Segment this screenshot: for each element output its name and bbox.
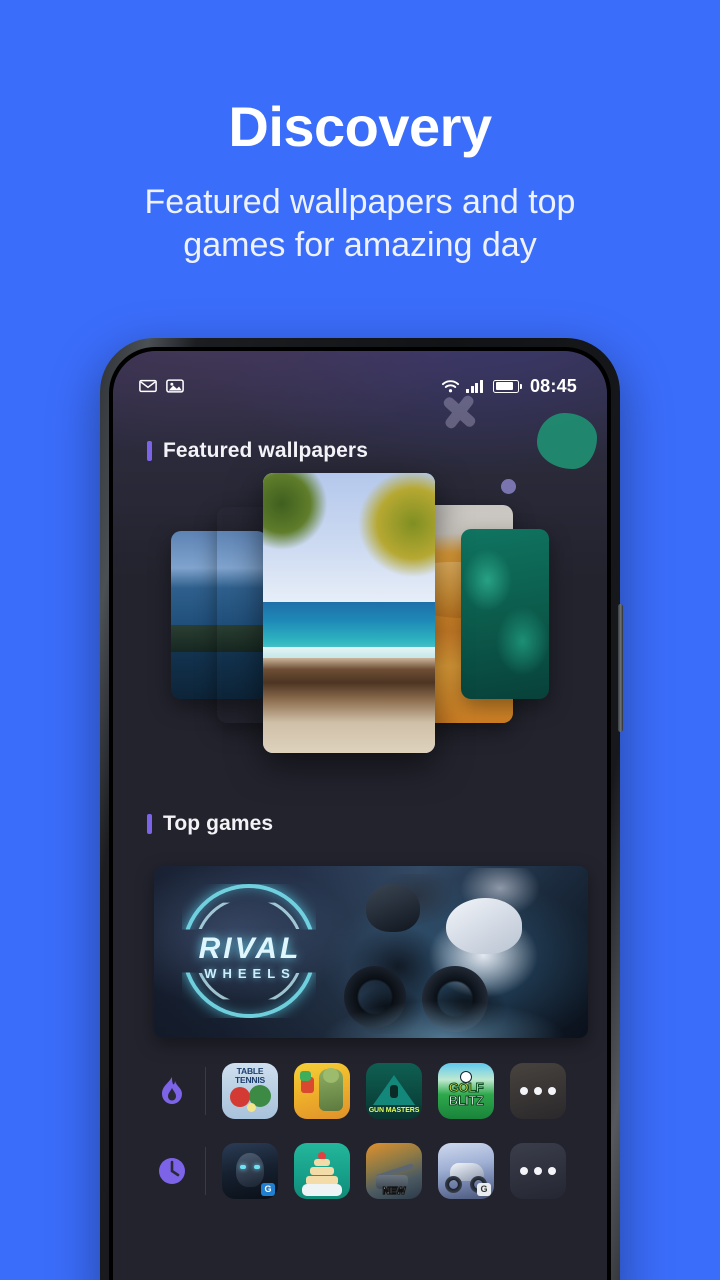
wallpaper-card-beach-featured[interactable] — [263, 473, 435, 753]
games-tiles-new: G NEW G — [222, 1143, 566, 1199]
promo-header: Discovery Featured wallpapers and top ga… — [0, 0, 720, 268]
image-icon — [166, 379, 184, 393]
more-dot-icon — [548, 1167, 556, 1175]
section-title-games: Top games — [163, 812, 274, 835]
games-grid: TABLE TENNIS GUN MASTERS GOLF BLITZ G NE… — [113, 1051, 607, 1211]
game-banner-rival-wheels[interactable]: RIVAL WHEELS — [154, 866, 588, 1038]
clock-icon[interactable] — [151, 1156, 193, 1186]
wifi-icon — [442, 379, 460, 392]
status-bar-system: 08:45 — [441, 376, 577, 397]
gameloft-badge-icon: G — [477, 1183, 491, 1196]
game-tile-gun-masters[interactable]: GUN MASTERS — [366, 1063, 422, 1119]
status-bar-notifications — [139, 378, 184, 394]
section-header-games: Top games — [147, 812, 273, 836]
banner-logo-title: RIVAL — [198, 932, 302, 965]
gameloft-badge-icon: G — [261, 1183, 275, 1196]
game-tile-label-bottom: BLITZ — [448, 1093, 484, 1109]
page-subtitle: Featured wallpapers and top games for am… — [144, 182, 576, 265]
battery-icon — [492, 379, 522, 393]
phone-screen: 08:45 Featured wallpapers Top games RIVA… — [113, 351, 607, 1280]
wallpaper-card-teal-marble[interactable] — [461, 529, 549, 699]
phone-mockup: 08:45 Featured wallpapers Top games RIVA… — [100, 338, 623, 1280]
wallpaper-art — [461, 529, 549, 699]
more-dot-icon — [548, 1087, 556, 1095]
flame-icon[interactable] — [151, 1076, 193, 1106]
wallpaper-art — [263, 473, 435, 753]
game-tile-golf-blitz[interactable]: GOLF BLITZ — [438, 1063, 494, 1119]
more-dot-icon — [520, 1167, 528, 1175]
wallpaper-carousel[interactable] — [113, 471, 607, 761]
more-dot-icon — [534, 1087, 542, 1095]
accent-bar-icon — [147, 814, 152, 834]
signal-icon — [466, 379, 483, 393]
more-dot-icon — [534, 1167, 542, 1175]
games-tiles-hot: TABLE TENNIS GUN MASTERS GOLF BLITZ — [222, 1063, 566, 1119]
decorative-teal-blob — [537, 413, 597, 469]
game-tile-label: TABLE TENNIS — [235, 1066, 265, 1085]
page-title: Discovery — [228, 95, 492, 158]
game-tile-more-hot[interactable] — [510, 1063, 566, 1119]
banner-water-spray — [304, 986, 584, 1038]
accent-bar-icon — [147, 441, 152, 461]
section-header-wallpapers: Featured wallpapers — [147, 439, 368, 463]
game-tile-hero[interactable]: G — [222, 1143, 278, 1199]
games-row-new: G NEW G — [113, 1131, 607, 1211]
game-tile-zombie[interactable] — [294, 1063, 350, 1119]
game-tile-tank[interactable]: NEW — [366, 1143, 422, 1199]
game-tile-new-badge: NEW — [382, 1185, 406, 1198]
section-title-wallpapers: Featured wallpapers — [163, 439, 368, 462]
games-row-hot: TABLE TENNIS GUN MASTERS GOLF BLITZ — [113, 1051, 607, 1131]
more-dot-icon — [520, 1087, 528, 1095]
row-divider — [205, 1147, 206, 1195]
status-bar-clock: 08:45 — [529, 375, 577, 396]
row-divider — [205, 1067, 206, 1115]
phone-side-button[interactable] — [618, 604, 623, 732]
game-tile-cake-stack[interactable] — [294, 1143, 350, 1199]
game-tile-more-new[interactable] — [510, 1143, 566, 1199]
game-tile-moto[interactable]: G — [438, 1143, 494, 1199]
mail-icon — [139, 379, 157, 393]
decorative-cross-shape — [443, 395, 477, 429]
phone-bezel: 08:45 Featured wallpapers Top games RIVA… — [109, 347, 611, 1280]
game-tile-label: GUN MASTERS — [366, 1105, 422, 1115]
banner-logo-subtitle: WHEELS — [204, 966, 296, 981]
status-bar: 08:45 — [113, 373, 607, 399]
game-tile-table-tennis[interactable]: TABLE TENNIS — [222, 1063, 278, 1119]
